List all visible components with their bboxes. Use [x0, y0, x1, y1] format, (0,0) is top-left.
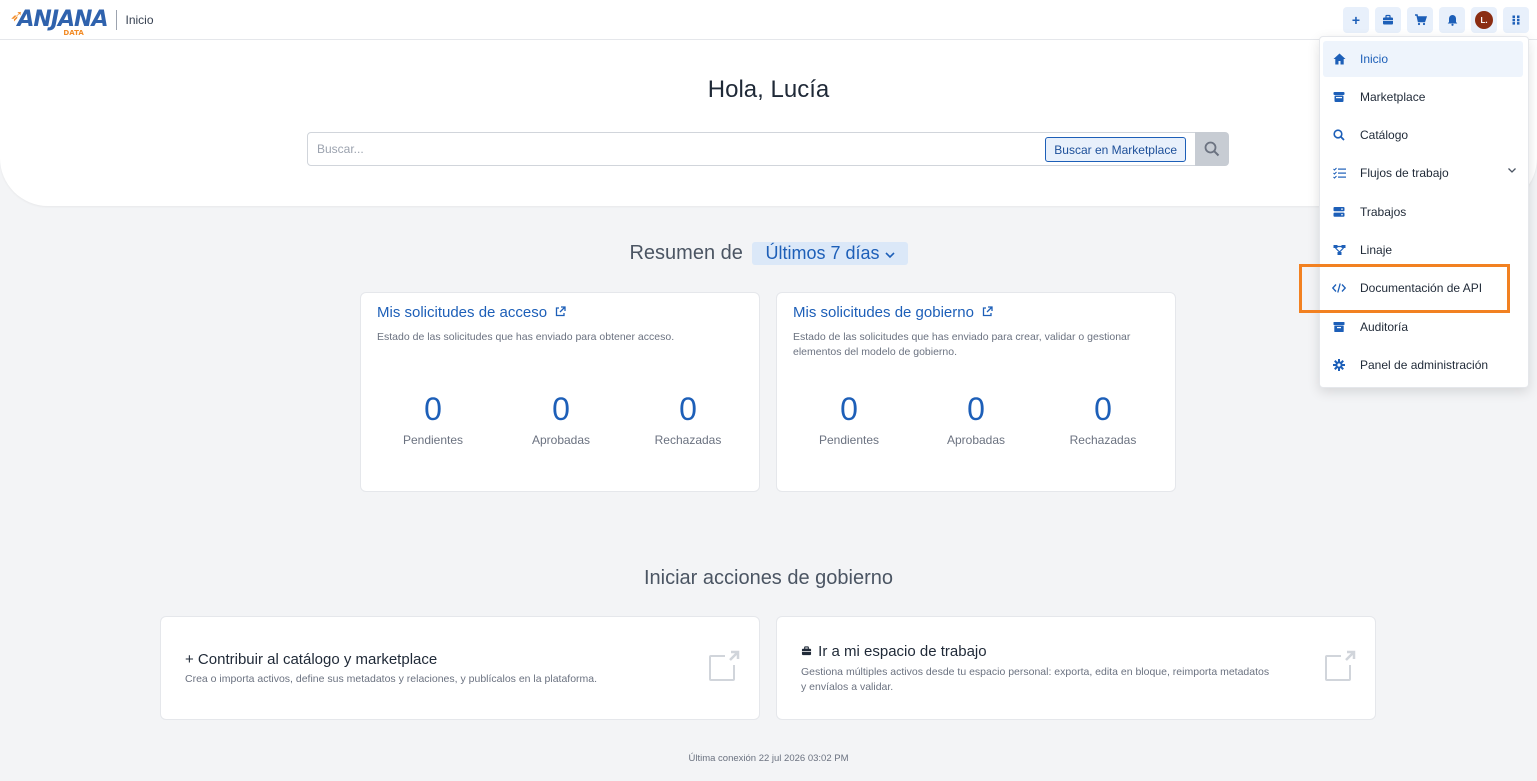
- workspace-button[interactable]: [1375, 7, 1401, 33]
- menu-item-panel-administracion[interactable]: Panel de administración: [1323, 347, 1523, 383]
- search-icon: [1204, 141, 1220, 157]
- external-link-icon: [556, 306, 566, 317]
- menu-item-catalogo[interactable]: Catálogo: [1323, 117, 1523, 153]
- server-icon: [1331, 204, 1347, 220]
- stat-pending: 0 Pendientes: [794, 391, 904, 447]
- stat-approved: 0 Aprobadas: [506, 391, 616, 447]
- logo-subtext: DATA: [63, 29, 84, 37]
- menu-item-auditoria[interactable]: Auditoría: [1323, 309, 1523, 345]
- menu-item-label: Marketplace: [1360, 90, 1426, 104]
- toolbar-icons: + L.: [1343, 7, 1529, 33]
- header-separator: [115, 9, 117, 30]
- stat-label: Pendientes: [402, 433, 464, 447]
- search-input[interactable]: [308, 133, 1008, 165]
- apps-menu-button[interactable]: [1503, 7, 1529, 33]
- menu-item-label: Trabajos: [1360, 205, 1407, 219]
- bell-icon: [1447, 15, 1457, 26]
- stat-value: 0: [967, 391, 985, 427]
- stat-value: 0: [424, 391, 442, 427]
- external-link-icon: [982, 306, 993, 317]
- period-label: Últimos 7 días: [765, 243, 880, 263]
- search-icon: [1331, 127, 1347, 143]
- home-icon: [1331, 51, 1347, 67]
- breadcrumb: Inicio: [125, 12, 154, 27]
- external-link-icon: [1325, 650, 1356, 681]
- apps-dropdown-menu: Inicio Marketplace Catálogo Flujos de tr…: [1319, 36, 1529, 388]
- card-description: Estado de las solicitudes que has enviad…: [793, 331, 1131, 358]
- stat-label: Aprobadas: [531, 433, 591, 447]
- action-description: Gestiona múltiples activos desde tu espa…: [801, 666, 1270, 693]
- menu-item-label: Documentación de API: [1360, 281, 1483, 295]
- cart-button[interactable]: [1407, 7, 1433, 33]
- stat-label: Rechazadas: [1069, 433, 1137, 447]
- action-description: Crea o importa activos, define sus metad…: [185, 673, 598, 685]
- search-submit-button[interactable]: [1195, 132, 1229, 166]
- code-icon: [1331, 280, 1347, 296]
- governance-requests-card: Mis solicitudes de gobierno Estado de la…: [776, 292, 1176, 492]
- briefcase-icon: [1383, 14, 1393, 25]
- checklist-icon: [1331, 165, 1347, 181]
- menu-item-label: Auditoría: [1360, 320, 1409, 334]
- governance-requests-link[interactable]: Mis solicitudes de gobierno: [793, 304, 993, 321]
- stat-label: Rechazadas: [654, 433, 722, 447]
- archive-icon: [1331, 319, 1347, 335]
- access-requests-link[interactable]: Mis solicitudes de acceso: [377, 304, 566, 321]
- stat-label: Pendientes: [818, 433, 880, 447]
- card-description: Estado de las solicitudes que has enviad…: [377, 331, 675, 343]
- menu-item-trabajos[interactable]: Trabajos: [1323, 194, 1523, 230]
- actions-heading: Iniciar acciones de gobierno: [643, 567, 894, 589]
- menu-item-label: Linaje: [1360, 243, 1393, 257]
- search-marketplace-button[interactable]: Buscar en Marketplace: [1045, 137, 1186, 162]
- menu-item-label: Flujos de trabajo: [1360, 166, 1449, 180]
- avatar: L.: [1475, 11, 1493, 29]
- stat-label: Aprobadas: [946, 433, 1006, 447]
- period-selector[interactable]: Últimos 7 días: [752, 242, 908, 265]
- menu-item-label: Panel de administración: [1360, 358, 1489, 372]
- logo-text: ANJANA DATA: [17, 7, 108, 37]
- notifications-button[interactable]: [1439, 7, 1465, 33]
- chevron-down-icon: [884, 252, 895, 259]
- stat-approved: 0 Aprobadas: [921, 391, 1031, 447]
- summary-label: Resumen de: [629, 242, 743, 264]
- menu-item-documentacion-api[interactable]: Documentación de API: [1323, 270, 1523, 306]
- stat-rejected: 0 Rechazadas: [633, 391, 743, 447]
- stat-pending: 0 Pendientes: [378, 391, 488, 447]
- lineage-icon: [1331, 242, 1347, 258]
- contribute-action-card[interactable]: + Contribuir al catálogo y marketplace C…: [160, 616, 760, 720]
- workspace-action-card[interactable]: Ir a mi espacio de trabajo Gestiona múlt…: [776, 616, 1376, 720]
- last-login: Última conexión 22 jul 2026 03:02 PM: [688, 753, 849, 764]
- external-link-icon: [709, 650, 740, 681]
- cart-icon: [1414, 14, 1427, 26]
- menu-item-marketplace[interactable]: Marketplace: [1323, 79, 1523, 115]
- stat-value: 0: [679, 391, 697, 427]
- stat-value: 0: [1094, 391, 1112, 427]
- access-requests-card: Mis solicitudes de acceso Estado de las …: [360, 292, 760, 492]
- summary-heading: Resumen de Últimos 7 días: [0, 242, 1537, 265]
- add-button[interactable]: +: [1343, 7, 1369, 33]
- stat-rejected: 0 Rechazadas: [1048, 391, 1158, 447]
- user-menu-button[interactable]: L.: [1471, 7, 1497, 33]
- top-bar: ➶ ANJANA DATA Inicio + L.: [0, 0, 1537, 40]
- stat-value: 0: [552, 391, 570, 427]
- menu-item-inicio[interactable]: Inicio: [1323, 41, 1523, 77]
- menu-item-flujos-de-trabajo[interactable]: Flujos de trabajo: [1323, 155, 1523, 191]
- plus-icon: +: [1351, 12, 1361, 28]
- menu-item-label: Catálogo: [1360, 128, 1409, 142]
- chevron-down-icon[interactable]: [1507, 166, 1517, 174]
- gear-icon: [1331, 357, 1347, 373]
- anjana-logo[interactable]: ➶ ANJANA DATA: [10, 2, 109, 38]
- store-icon: [1331, 89, 1347, 105]
- stat-value: 0: [840, 391, 858, 427]
- menu-item-label: Inicio: [1360, 52, 1389, 66]
- hero-panel: Hola, Lucía Buscar en Marketplace: [0, 40, 1537, 206]
- greeting-title: Hola, Lucía: [707, 76, 830, 103]
- menu-item-linaje[interactable]: Linaje: [1323, 232, 1523, 268]
- search-container: Buscar en Marketplace: [307, 132, 1196, 166]
- action-title: + Contribuir al catálogo y marketplace: [185, 651, 438, 668]
- grid-icon: [1512, 15, 1520, 25]
- briefcase-icon: [801, 646, 812, 656]
- action-title: Ir a mi espacio de trabajo: [801, 643, 987, 660]
